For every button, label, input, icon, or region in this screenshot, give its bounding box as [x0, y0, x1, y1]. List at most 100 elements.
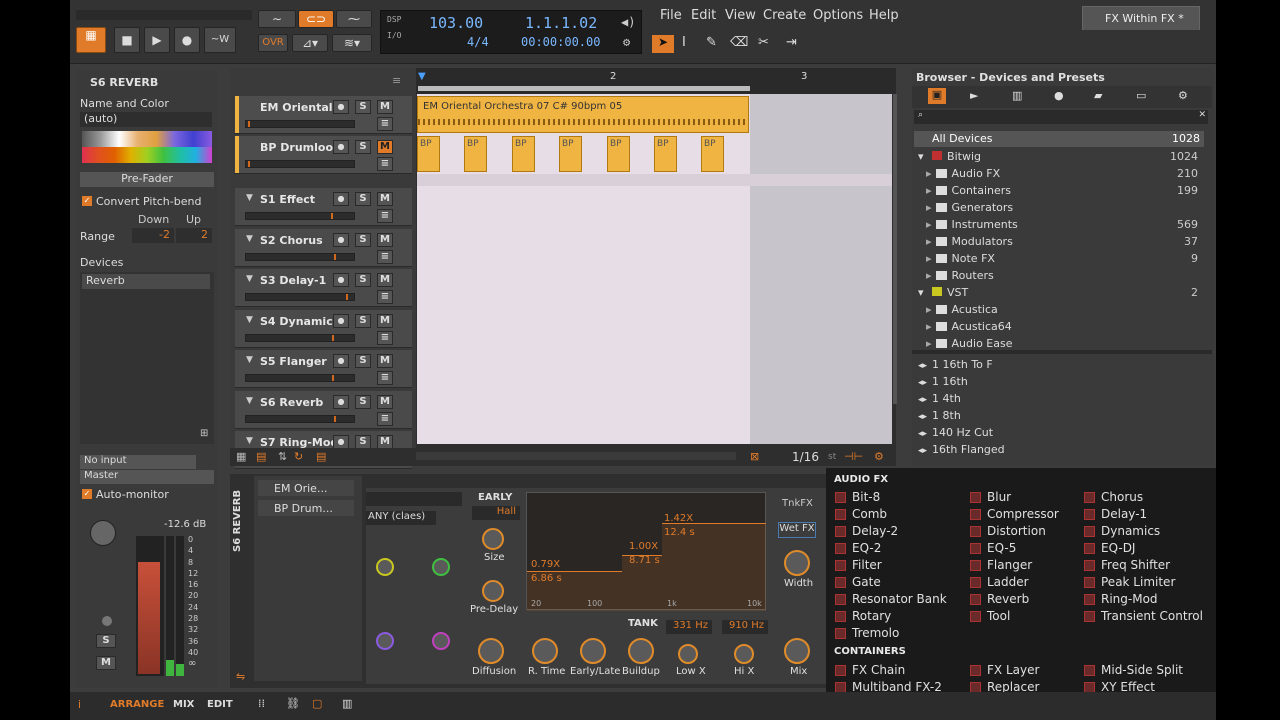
track-header[interactable]: EM Oriental... ● S M ≡ [235, 96, 412, 134]
track-name[interactable]: S6 Reverb [260, 396, 323, 409]
track-menu-icon[interactable]: ≡ [377, 290, 393, 304]
signature-value[interactable]: 4/4 [467, 35, 489, 49]
tab-computer-icon[interactable]: ▭ [1136, 89, 1146, 102]
fx-menu-item[interactable]: Gate [835, 575, 881, 589]
menu-view[interactable]: View [725, 8, 756, 23]
audio-clip-em-oriental[interactable]: EM Oriental Orchestra 07 C# 90bpm 05 [417, 96, 749, 133]
timeline-ruler[interactable]: ▼ 2 3 [416, 68, 896, 94]
mute-button[interactable]: M [377, 140, 393, 154]
drum-clip[interactable]: BP [464, 136, 487, 172]
tree-folder[interactable]: ▸ Routers [926, 269, 1198, 282]
solo-button[interactable]: S [355, 314, 371, 328]
range-down-field[interactable]: -2 [132, 228, 174, 243]
zoom-icon[interactable]: ⊠ [750, 450, 759, 463]
tnkfx-button[interactable]: TnkFX [782, 498, 813, 509]
drum-clip[interactable]: BP [512, 136, 535, 172]
hall-selector[interactable]: Hall [472, 506, 520, 520]
predelay-knob[interactable] [482, 580, 504, 602]
hix-knob[interactable] [734, 644, 754, 664]
record-dot[interactable]: ● [333, 140, 349, 154]
track-header[interactable]: ▼ S3 Delay-1 ● S M ≡ [235, 269, 412, 307]
loop-button[interactable]: ⊂⊃ [298, 10, 334, 28]
track-name[interactable]: S4 Dynamics [260, 315, 339, 328]
fold-icon[interactable]: ▼ [246, 355, 253, 365]
rtime-knob[interactable] [532, 638, 558, 664]
mute-button[interactable]: M [377, 395, 393, 409]
fx-menu-item[interactable]: Comb [835, 507, 887, 521]
preset-item[interactable]: ◂▸ 1 4th [918, 392, 1202, 405]
lowx-knob[interactable] [678, 644, 698, 664]
drum-clip[interactable]: BP [417, 136, 440, 172]
loop-start-marker[interactable]: ▼ [418, 71, 426, 82]
track-header[interactable]: ▼ S6 Reverb ● S M ≡ [235, 391, 412, 429]
hi-hz-field[interactable]: 910 Hz [722, 620, 768, 634]
menu-create[interactable]: Create [763, 8, 806, 23]
pan-knob[interactable] [90, 520, 116, 546]
play-button[interactable]: ▶ [144, 27, 170, 53]
preset-item[interactable]: ◂▸ 16th Flanged [918, 443, 1202, 456]
preset-item[interactable]: ◂▸ 140 Hz Cut [918, 426, 1202, 439]
search-clear-icon[interactable]: ✕ [1198, 110, 1206, 120]
drum-clip[interactable]: BP [607, 136, 630, 172]
record-dot[interactable]: ● [333, 314, 349, 328]
tree-folder[interactable]: ▸ Containers 199 [926, 184, 1198, 197]
tool-knife-icon[interactable]: ✂ [758, 35, 769, 50]
snap-icon[interactable]: ⊣⊢ [844, 450, 863, 463]
fx-menu-item[interactable]: Resonator Bank [835, 592, 947, 606]
mute-button[interactable]: M [377, 435, 393, 449]
tree-folder[interactable]: ▸ Acustica [926, 303, 1198, 316]
track-header[interactable]: ▼ S4 Dynamics ● S M ≡ [235, 310, 412, 348]
earlylate-knob[interactable] [580, 638, 606, 664]
tree-bitwig[interactable]: ▾ Bitwig 1024 [918, 150, 1198, 163]
wetfx-button[interactable]: Wet FX [778, 522, 816, 538]
tree-folder[interactable]: ▸ Acustica64 [926, 320, 1198, 333]
track-name[interactable]: S5 Flanger [260, 355, 327, 368]
track-menu-icon[interactable]: ≡ [377, 157, 393, 171]
tool-eraser-icon[interactable]: ⌫ [730, 35, 748, 50]
tree-folder[interactable]: ▸ Generators [926, 201, 1198, 214]
track-menu-icon[interactable]: ≡ [377, 209, 393, 223]
drum-clip[interactable]: BP [701, 136, 724, 172]
fx-menu-item[interactable]: Tool [970, 609, 1010, 623]
fold-icon[interactable]: ▼ [246, 396, 253, 406]
tree-folder[interactable]: ▸ Modulators 37 [926, 235, 1198, 248]
fx-menu-item[interactable]: EQ-DJ [1084, 541, 1135, 555]
arrange-tab[interactable]: ARRANGE [110, 699, 164, 710]
fx-menu-item[interactable]: Distortion [970, 524, 1046, 538]
track-menu-icon[interactable]: ≡ [377, 250, 393, 264]
automonitor-checkbox[interactable]: ✓ [82, 489, 92, 499]
record-dot[interactable]: ● [333, 273, 349, 287]
tool-stretch-icon[interactable]: ⇥ [786, 35, 797, 50]
tree-folder[interactable]: ▸ Instruments 569 [926, 218, 1198, 231]
solo-button[interactable]: S [355, 100, 371, 114]
output-select[interactable]: Master [80, 470, 214, 484]
fx-menu-item[interactable]: Compressor [970, 507, 1059, 521]
project-tab[interactable]: FX Within FX * [1082, 6, 1200, 30]
record-dot[interactable]: ● [333, 395, 349, 409]
fx-menu-item[interactable]: Ladder [970, 575, 1029, 589]
track-volume-fader[interactable] [245, 253, 355, 261]
meter-view-icon[interactable]: ▥ [342, 697, 352, 710]
arranger-v-scroll[interactable] [893, 94, 897, 404]
fold-icon[interactable]: ▼ [246, 193, 253, 203]
tree-folder[interactable]: ▸ Audio Ease [926, 337, 1198, 350]
device-item-reverb[interactable]: Reverb [82, 274, 210, 289]
network-icon[interactable]: ⚙ [623, 35, 630, 49]
solo-button[interactable]: S [355, 395, 371, 409]
fx-menu-item[interactable]: Blur [970, 490, 1011, 504]
tree-folder[interactable]: ▸ Audio FX 210 [926, 167, 1198, 180]
menu-options[interactable]: Options [813, 8, 863, 23]
mute-button[interactable]: M [377, 192, 393, 206]
fx-menu-item[interactable]: Reverb [970, 592, 1029, 606]
footer-icon-2[interactable]: ▤ [256, 450, 266, 463]
fx-menu-item[interactable]: Chorus [1084, 490, 1143, 504]
drum-clip[interactable]: BP [559, 136, 582, 172]
fx-menu-item[interactable]: Transient Control [1084, 609, 1203, 623]
clip-em[interactable]: EM Orie... [258, 480, 354, 496]
solo-button[interactable]: S [355, 273, 371, 287]
tree-all-devices[interactable]: All Devices 1028 [914, 131, 1204, 147]
solo-button[interactable]: S [355, 233, 371, 247]
settings-small-icon[interactable]: ⚙ [874, 450, 884, 463]
fx-menu-item[interactable]: Ring-Mod [1084, 592, 1158, 606]
input-select[interactable]: No input [80, 455, 196, 469]
